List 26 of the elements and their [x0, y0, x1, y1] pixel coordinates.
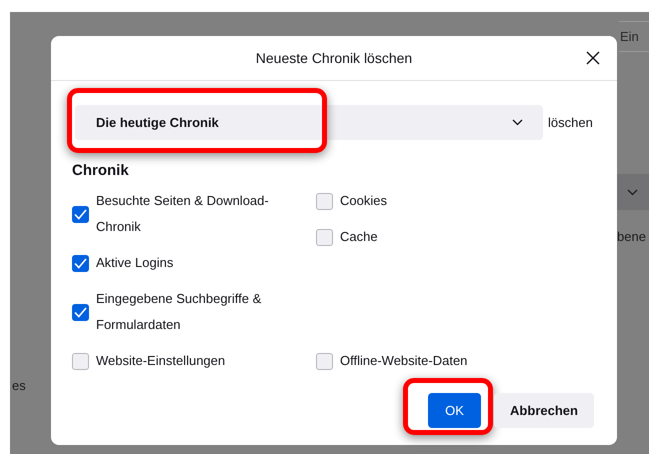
checkbox-label[interactable]: Cache	[340, 224, 378, 250]
chevron-down-icon	[512, 119, 523, 126]
close-icon	[586, 51, 600, 65]
chevron-down-icon	[627, 188, 638, 196]
checkbox[interactable]	[316, 352, 333, 370]
checkbox[interactable]	[316, 228, 333, 246]
section-heading: Chronik	[72, 162, 130, 179]
text-fragment: es	[12, 378, 26, 393]
cancel-button[interactable]: Abbrechen	[494, 393, 594, 428]
checkbox[interactable]	[72, 304, 89, 320]
checkbox[interactable]	[316, 192, 333, 210]
search-field[interactable]: Ein	[619, 21, 649, 52]
checkbox[interactable]	[72, 206, 89, 222]
checkbox-label[interactable]: Besuchte Seiten & Download-Chronik	[96, 188, 306, 240]
dropdown-suffix: löschen	[548, 115, 593, 130]
time-range-dropdown[interactable]: Die heutige Chronik	[75, 105, 543, 140]
checkbox-label[interactable]: Website-Einstellungen	[96, 348, 226, 374]
ok-button[interactable]: OK	[428, 393, 481, 428]
text-fragment: bene	[617, 229, 646, 244]
checkbox-label[interactable]: Eingegebene Suchbegriffe & Formulardaten	[96, 286, 306, 338]
checkbox[interactable]	[72, 254, 89, 272]
checkbox[interactable]	[72, 352, 89, 370]
dialog-title: Neueste Chronik löschen	[256, 50, 412, 66]
checkbox-label[interactable]: Aktive Logins	[96, 250, 174, 276]
checkbox-label[interactable]: Cookies	[340, 188, 387, 214]
checkbox-label[interactable]: Offline-Website-Daten	[340, 348, 468, 374]
